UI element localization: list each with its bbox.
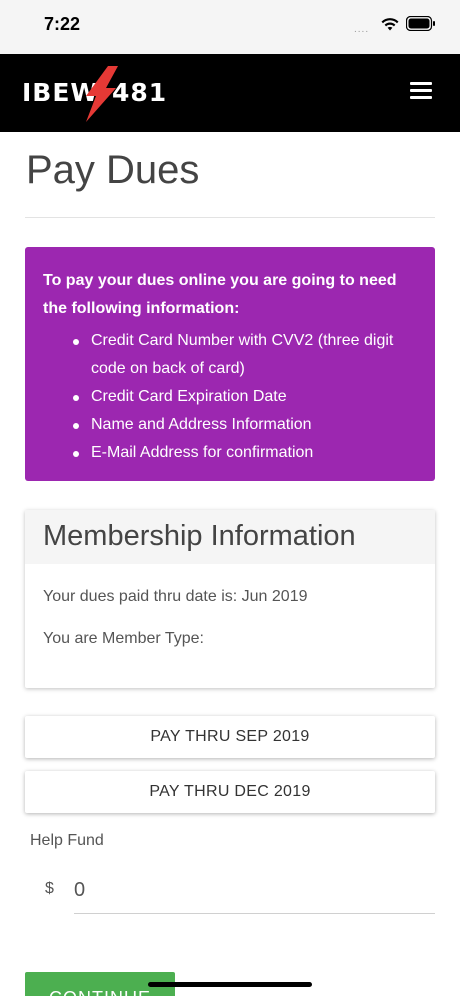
list-item: Name and Address Information [73, 411, 417, 439]
currency-symbol: $ [45, 880, 54, 897]
help-fund-label: Help Fund [30, 832, 104, 849]
membership-heading: Membership Information [43, 520, 356, 552]
wifi-icon [381, 18, 399, 31]
info-intro: To pay your dues online you are going to… [43, 272, 397, 317]
hamburger-menu-icon[interactable] [410, 82, 432, 102]
nav-bar: IBEW 481 [0, 54, 460, 132]
member-type-text: You are Member Type: [43, 630, 204, 647]
ibew-logo[interactable]: IBEW 481 [22, 66, 172, 122]
signal-dots: .... [354, 24, 370, 35]
list-item: Credit Card Number with CVV2 (three digi… [73, 327, 417, 383]
paid-thru-text: Your dues paid thru date is: Jun 2019 [43, 588, 308, 605]
membership-card: Membership Information Your dues paid th… [25, 510, 435, 688]
page-title: Pay Dues [26, 148, 200, 192]
list-item: Credit Card Expiration Date [73, 383, 417, 411]
pay-thru-sep-button[interactable]: PAY THRU SEP 2019 [25, 716, 435, 758]
logo-text-right: 481 [112, 78, 168, 107]
requirements-list: Credit Card Number with CVV2 (three digi… [43, 327, 417, 467]
pay-thru-dec-button[interactable]: PAY THRU DEC 2019 [25, 771, 435, 813]
battery-icon [406, 16, 435, 31]
membership-body: Your dues paid thru date is: Jun 2019 Yo… [25, 564, 435, 696]
status-time: 7:22 [44, 14, 81, 34]
list-item: E-Mail Address for confirmation [73, 439, 417, 467]
membership-header: Membership Information [25, 510, 435, 564]
info-box: To pay your dues online you are going to… [25, 247, 435, 481]
home-indicator [148, 982, 312, 987]
title-divider [25, 217, 435, 218]
status-bar: 7:22 .... [0, 0, 460, 54]
help-fund-input[interactable] [74, 868, 435, 914]
